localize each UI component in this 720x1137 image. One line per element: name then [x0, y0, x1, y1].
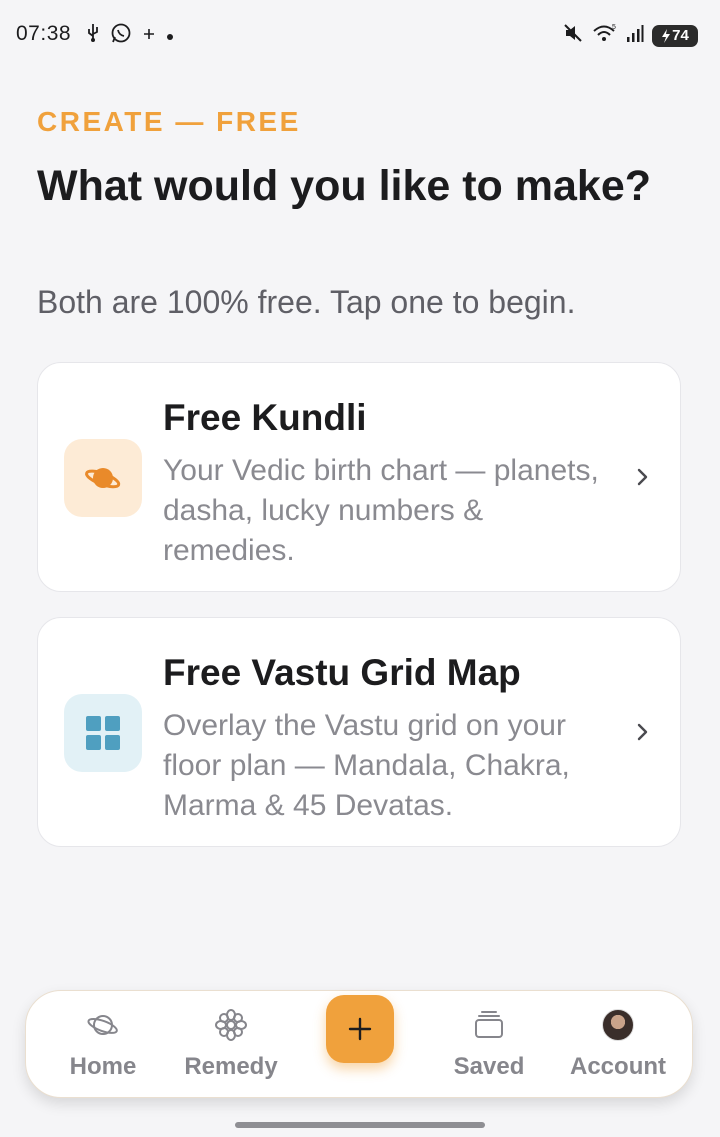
dot-icon — [166, 25, 174, 46]
nav-saved-label: Saved — [453, 1053, 525, 1080]
plus-icon — [348, 1017, 372, 1041]
battery-level: 74 — [672, 27, 689, 44]
vastu-card-title: Free Vastu Grid Map — [163, 652, 521, 693]
add-button[interactable] — [326, 995, 394, 1063]
nav-account-label: Account — [570, 1053, 666, 1080]
planet-icon — [85, 1007, 121, 1043]
plus-small-icon — [142, 25, 156, 46]
home-indicator — [235, 1122, 485, 1128]
nav-remedy[interactable]: Remedy — [166, 1007, 296, 1087]
vastu-card-description: Overlay the Vastu grid on your floor pla… — [163, 709, 570, 822]
grid-icon — [86, 716, 120, 750]
kundli-card[interactable]: Free Kundli Your Vedic birth chart — pla… — [37, 362, 681, 592]
kundli-card-title: Free Kundli — [163, 397, 367, 438]
planet-icon — [85, 468, 121, 489]
avatar — [602, 1009, 634, 1041]
status-notification-icons — [86, 22, 174, 49]
stack-icon — [471, 1007, 507, 1043]
status-bar: 07:38 5 74 — [0, 0, 720, 70]
nav-home[interactable]: Home — [38, 1007, 168, 1087]
chevron-right-icon — [637, 723, 648, 741]
flower-icon — [213, 1007, 249, 1043]
nav-account[interactable]: Account — [553, 1007, 683, 1087]
vastu-card[interactable]: Free Vastu Grid Map Overlay the Vastu gr… — [37, 617, 681, 847]
kundli-card-description: Your Vedic birth chart — planets, dasha,… — [163, 454, 599, 567]
vastu-icon-tile — [64, 694, 142, 772]
usb-icon — [86, 23, 100, 48]
kundli-icon-tile — [64, 439, 142, 517]
charging-bolt-icon — [662, 28, 671, 43]
battery-indicator: 74 — [652, 24, 698, 47]
page-title: What would you like to make? — [37, 162, 652, 210]
mute-icon — [562, 22, 584, 49]
nav-saved[interactable]: Saved — [424, 1007, 554, 1087]
chevron-right-icon — [637, 468, 648, 486]
wifi-icon: 5 — [592, 22, 618, 49]
nav-remedy-label: Remedy — [184, 1053, 278, 1080]
whatsapp-icon — [110, 22, 132, 49]
nav-home-label: Home — [69, 1053, 137, 1080]
status-time: 07:38 — [16, 22, 72, 45]
page-subtitle: Both are 100% free. Tap one to begin. — [37, 284, 576, 320]
signal-icon — [626, 23, 644, 48]
section-eyebrow: CREATE — FREE — [37, 106, 301, 137]
svg-text:5: 5 — [612, 24, 616, 31]
status-system-icons: 5 74 — [562, 22, 698, 49]
bottom-nav: Home Remedy Saved Account — [25, 990, 693, 1098]
avatar-wrapper — [600, 1007, 636, 1043]
